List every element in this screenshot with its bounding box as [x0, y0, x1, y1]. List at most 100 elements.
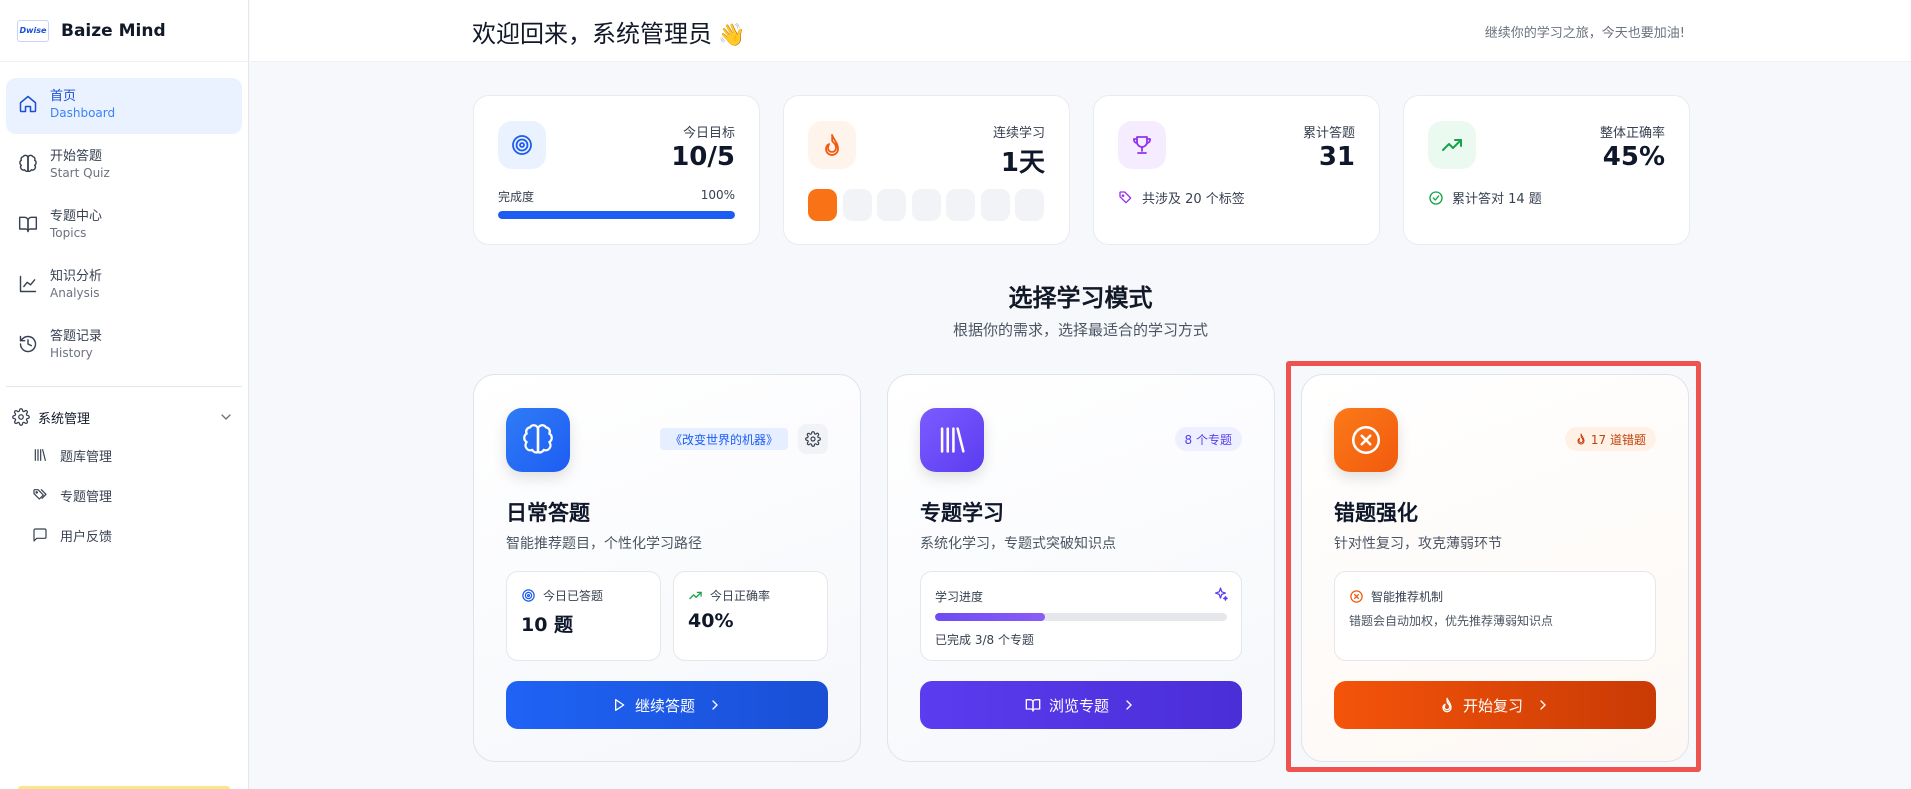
today-accuracy-box: 今日正确率 40%: [673, 571, 828, 661]
today-answered-box: 今日已答题 10 题: [506, 571, 661, 661]
browse-topics-button[interactable]: 浏览专题: [920, 681, 1242, 729]
trending-up-icon: [689, 591, 702, 600]
section-subtitle: 根据你的需求，选择最适合的学习方式: [952, 321, 1208, 339]
mini-label: 今日已答题: [543, 589, 604, 603]
stat-value: 31: [1318, 142, 1355, 172]
trending-up-icon: [1428, 121, 1476, 169]
button-label: 继续答题: [634, 696, 695, 715]
admin-item-label: 专题管理: [60, 489, 113, 505]
mini-value: 40%: [688, 610, 734, 632]
streak-day: [808, 189, 837, 221]
admin-item-feedback[interactable]: 用户反馈: [0, 515, 248, 555]
mode-card-topic-study[interactable]: 8 个专题 专题学习 系统化学习，专题式突破知识点 学习进度 已完成 3/8 个…: [887, 374, 1275, 762]
nav-label: 首页: [50, 89, 77, 104]
mode-description: 系统化学习，专题式突破知识点: [920, 536, 1116, 552]
nav-label: 开始答题: [50, 149, 103, 164]
progress-label: 完成度: [498, 190, 535, 204]
stat-footnote: 累计答对 14 题: [1428, 188, 1665, 207]
nav-label: 答题记录: [50, 329, 103, 344]
sidebar: Dwise Baize Mind 首页 Dashboard 开始答题 Start…: [0, 0, 249, 789]
top-header: 欢迎回来，系统管理员 👋 继续你的学习之旅，今天也要加油!: [250, 0, 1911, 62]
tag-icon: [1119, 190, 1132, 203]
tags-icon: [33, 489, 47, 500]
mini-value: 10 题: [521, 614, 574, 636]
check-circle-icon: [1429, 190, 1443, 205]
nav-sublabel: Start Quiz: [50, 166, 110, 180]
nav-item-history[interactable]: 答题记录 History: [6, 318, 242, 374]
brain-icon: [506, 408, 570, 472]
book-open-icon: [18, 216, 38, 233]
streak-day: [877, 189, 906, 221]
welcome-title: 欢迎回来，系统管理员 👋: [472, 14, 745, 49]
progress-percent: 100%: [700, 188, 735, 202]
nav-item-dashboard[interactable]: 首页 Dashboard: [6, 78, 242, 134]
nav-label: 知识分析: [50, 269, 103, 284]
stat-card-total-answered: 累计答题 31 共涉及 20 个标签: [1093, 95, 1380, 245]
mini-label: 今日正确率: [710, 589, 771, 603]
streak-day: [911, 189, 941, 221]
message-square-icon: [33, 528, 47, 542]
admin-item-label: 题库管理: [60, 449, 113, 465]
nav-sublabel: History: [50, 346, 93, 360]
admin-group-toggle[interactable]: 系统管理: [0, 399, 248, 435]
streak-day: [980, 189, 1010, 221]
nav-divider: [6, 386, 242, 387]
stat-label: 累计答题: [1302, 126, 1355, 141]
mode-title: 日常答题: [506, 501, 590, 525]
button-label: 浏览专题: [1048, 696, 1109, 715]
continue-quiz-button[interactable]: 继续答题: [506, 681, 828, 729]
welcome-text: 欢迎回来，系统管理员: [472, 20, 712, 48]
admin-group-label: 系统管理: [38, 411, 91, 427]
gear-icon: [12, 408, 30, 426]
admin-item-topic-management[interactable]: 专题管理: [0, 475, 248, 515]
book-open-icon: [1025, 699, 1041, 712]
home-icon: [19, 95, 37, 113]
nav-item-start-quiz[interactable]: 开始答题 Start Quiz: [6, 138, 242, 194]
nav-item-topics[interactable]: 专题中心 Topics: [6, 198, 242, 254]
stat-footnote-text: 累计答对 14 题: [1452, 192, 1542, 207]
stat-card-accuracy: 整体正确率 45% 累计答对 14 题: [1403, 95, 1690, 245]
line-chart-icon: [19, 275, 37, 293]
main-nav: 首页 Dashboard 开始答题 Start Quiz 专题中心 Topics…: [0, 62, 248, 374]
goal-progress-fill: [498, 211, 735, 219]
chevron-right-icon: [1126, 700, 1132, 710]
streak-day: [1015, 189, 1044, 221]
topic-progress-box: 学习进度 已完成 3/8 个专题: [920, 571, 1242, 661]
brand[interactable]: Dwise Baize Mind: [0, 0, 248, 62]
topic-progress-bar: [935, 613, 1227, 621]
admin-item-question-bank[interactable]: 题库管理: [0, 435, 248, 475]
mini-header: 今日已答题: [521, 587, 603, 604]
goal-progress-row: 完成度 100%: [498, 188, 735, 205]
nav-sublabel: Analysis: [50, 286, 100, 300]
nav-sublabel: Topics: [50, 226, 87, 240]
stat-value: 10/5: [671, 142, 735, 172]
flame-icon: [808, 121, 856, 169]
settings-button[interactable]: [798, 424, 828, 454]
stat-label: 今日目标: [682, 126, 735, 141]
stat-card-streak: 连续学习 1天: [783, 95, 1070, 245]
target-icon: [522, 589, 535, 602]
brand-logo: Dwise: [17, 19, 49, 42]
topic-progress-fill: [935, 613, 1045, 621]
header-tagline: 继续你的学习之旅，今天也要加油!: [1484, 26, 1685, 41]
target-icon: [498, 121, 546, 169]
mini-header: 今日正确率: [688, 587, 770, 604]
progress-label: 学习进度: [935, 590, 984, 604]
history-icon: [19, 335, 37, 353]
nav-item-analysis[interactable]: 知识分析 Analysis: [6, 258, 242, 314]
library-icon: [920, 408, 984, 472]
highlight-box: [1286, 361, 1701, 772]
progress-text: 已完成 3/8 个专题: [935, 633, 1034, 647]
mode-card-daily-quiz[interactable]: 《改变世界的机器》 日常答题 智能推荐题目，个性化学习路径 今日已答题 10 题…: [473, 374, 861, 762]
brand-name: Baize Mind: [61, 20, 166, 41]
stat-card-daily-goal: 今日目标 10/5 完成度 100%: [473, 95, 760, 245]
chevron-down-icon: [221, 414, 231, 420]
nav-sublabel: Dashboard: [50, 106, 116, 120]
goal-progress-bar: [498, 211, 735, 219]
stat-footnote: 共涉及 20 个标签: [1118, 188, 1355, 207]
stat-footnote-text: 共涉及 20 个标签: [1142, 192, 1245, 207]
brain-icon: [19, 154, 37, 173]
stat-value: 45%: [1602, 142, 1665, 172]
book-badge[interactable]: 《改变世界的机器》: [659, 428, 788, 450]
gear-icon: [805, 431, 821, 447]
